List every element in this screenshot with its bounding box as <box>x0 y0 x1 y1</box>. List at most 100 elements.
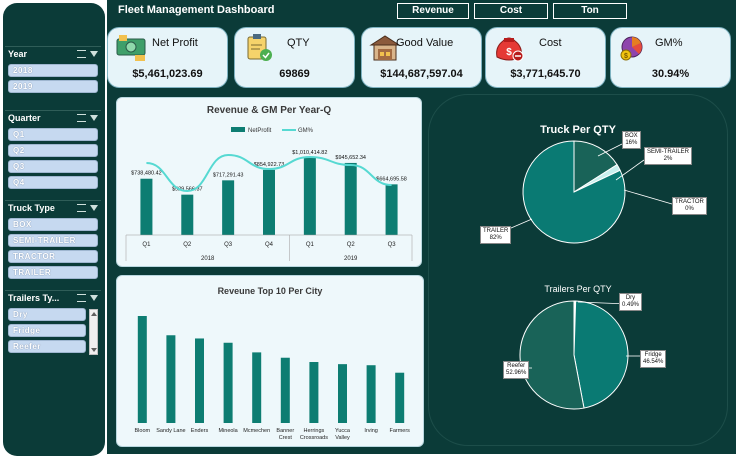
trailers-type-item-fridge[interactable]: Fridge <box>8 324 86 337</box>
x-tick-label: Bloom <box>135 428 151 434</box>
callout-label: SEMI-TRAILER <box>647 149 690 155</box>
quarter-slicer-title: Quarter <box>8 113 41 123</box>
callout-label: BOX <box>625 133 638 139</box>
slicer-scrollbar[interactable] <box>89 309 98 355</box>
truck-type-item-tractor[interactable]: TRACTOR <box>8 250 98 263</box>
quarter-item-q3[interactable]: Q3 <box>8 160 98 173</box>
multi-select-icon[interactable] <box>77 114 86 122</box>
bar <box>303 158 316 235</box>
legend-label: GM% <box>298 128 314 134</box>
callout-label: TRACTOR <box>675 199 704 205</box>
kpi-value: $3,771,645.70 <box>510 68 581 80</box>
kpi-label: GM% <box>655 37 683 49</box>
trailers-type-item-dry[interactable]: Dry <box>8 308 86 321</box>
bar <box>252 352 262 423</box>
city-revenue-chart: Bloom Sandy Lane Enders Mineola Mcmechen Bann… <box>135 316 410 441</box>
truck-type-item-trailer[interactable]: TRAILER <box>8 266 98 279</box>
svg-text:$: $ <box>624 53 628 60</box>
bar <box>280 357 290 423</box>
kpi-label: QTY <box>287 37 310 49</box>
kpi-qty: QTY 69869 <box>234 27 355 88</box>
pie-callout-dry: Dry 0.49% <box>619 293 643 311</box>
x-tick-label: Q2 <box>183 242 192 248</box>
coins-icon: $ <box>620 36 643 61</box>
callout-label: Fridge <box>644 352 662 358</box>
pie-callout-box: BOX 16% <box>622 131 641 149</box>
x-tick-label: Q1 <box>142 242 151 248</box>
clear-filter-icon[interactable] <box>90 295 98 301</box>
bar <box>137 316 147 423</box>
bar <box>223 342 233 423</box>
x-tick-label: Sandy Lane <box>156 428 185 434</box>
scroll-down-icon[interactable] <box>91 348 97 352</box>
callout-value: 2% <box>663 156 673 162</box>
header-bar: Fleet Management Dashboard Revenue Cost … <box>107 0 736 22</box>
data-label: $717,291.43 <box>213 172 244 178</box>
clear-filter-icon[interactable] <box>90 205 98 211</box>
data-label: $664,695.58 <box>376 176 407 182</box>
x-tick-label: Herrings <box>304 428 325 434</box>
data-label: $1,010,414.82 <box>292 150 327 156</box>
truck-type-item-semi-trailer[interactable]: SEMI-TRAILER <box>8 234 98 247</box>
trailers-type-item-reefer[interactable]: Reefer <box>8 340 86 353</box>
clear-filter-icon[interactable] <box>90 51 98 57</box>
kpi-value: $144,687,597.04 <box>380 68 463 80</box>
multi-select-icon[interactable] <box>77 294 86 302</box>
money-bag-icon: $ <box>496 37 524 62</box>
sidebar: Year 2018 2019 Quarter Q1 Q2 Q3 Q4 Truck… <box>0 0 105 464</box>
data-label: $738,480.42 <box>131 171 162 177</box>
year-slicer: Year 2018 2019 <box>5 46 101 98</box>
cost-button[interactable]: Cost <box>474 3 548 19</box>
page-title: Fleet Management Dashboard <box>118 4 275 16</box>
svg-text:$: $ <box>506 47 512 58</box>
year-slicer-title: Year <box>8 49 28 59</box>
quarter-item-q1[interactable]: Q1 <box>8 128 98 141</box>
group-label: 2018 <box>201 256 215 262</box>
x-tick-label: Irving <box>364 428 377 434</box>
trailer-pie-slice-fridge <box>573 300 629 409</box>
kpi-cost: $ Cost $3,771,645.70 <box>485 27 606 88</box>
year-item-2018[interactable]: 2018 <box>8 64 98 77</box>
x-tick-label: Q4 <box>265 242 274 248</box>
revenue-button[interactable]: Revenue <box>397 3 469 19</box>
callout-value: 52.96% <box>506 370 527 376</box>
x-tick-label: Enders <box>191 428 209 434</box>
x-tick-label: Banner <box>276 428 294 434</box>
year-item-2019[interactable]: 2019 <box>8 80 98 93</box>
bar <box>195 338 204 423</box>
data-label: $945,652.34 <box>335 155 366 161</box>
x-tick-label: Q3 <box>388 242 397 248</box>
truck-type-item-box[interactable]: BOX <box>8 218 98 231</box>
kpi-value: $5,461,023.69 <box>132 68 203 80</box>
clear-filter-icon[interactable] <box>90 115 98 121</box>
clipboard-check-icon <box>247 34 272 61</box>
pie-callout-fridge: Fridge 46.54% <box>640 350 667 368</box>
quarter-item-q4[interactable]: Q4 <box>8 176 98 189</box>
kpi-net-profit: Net Profit $5,461,023.69 <box>107 27 228 88</box>
pie-callout-tractor: TRACTOR 0% <box>672 197 707 215</box>
x-tick-label: Valley <box>335 435 350 441</box>
legend-swatch-netprofit <box>231 127 245 132</box>
kpi-label: Good Value <box>396 37 454 49</box>
bar <box>366 365 376 423</box>
pie-callout-semi-trailer: SEMI-TRAILER 2% <box>644 147 693 165</box>
ton-button[interactable]: Ton <box>553 3 627 19</box>
kpi-label: Cost <box>539 37 562 49</box>
quarter-item-q2[interactable]: Q2 <box>8 144 98 157</box>
bottom-margin <box>0 454 736 464</box>
trailers-type-slicer-title: Trailers Ty... <box>8 293 60 303</box>
multi-select-icon[interactable] <box>77 50 86 58</box>
x-tick-label: Mineola <box>218 428 238 434</box>
trailers-type-slicer: Trailers Ty... Dry Fridge Reefer <box>5 290 101 360</box>
bar <box>263 169 275 235</box>
x-tick-label: Crossroads <box>300 435 328 441</box>
scroll-up-icon[interactable] <box>91 312 97 316</box>
legend-label: NetProfit <box>248 128 272 134</box>
callout-value: 82% <box>489 235 502 241</box>
bar <box>385 184 398 235</box>
kpi-value: 69869 <box>279 68 310 80</box>
bar <box>181 194 194 235</box>
multi-select-icon[interactable] <box>77 204 86 212</box>
bar <box>166 335 176 423</box>
x-tick-label: Q2 <box>347 242 356 248</box>
